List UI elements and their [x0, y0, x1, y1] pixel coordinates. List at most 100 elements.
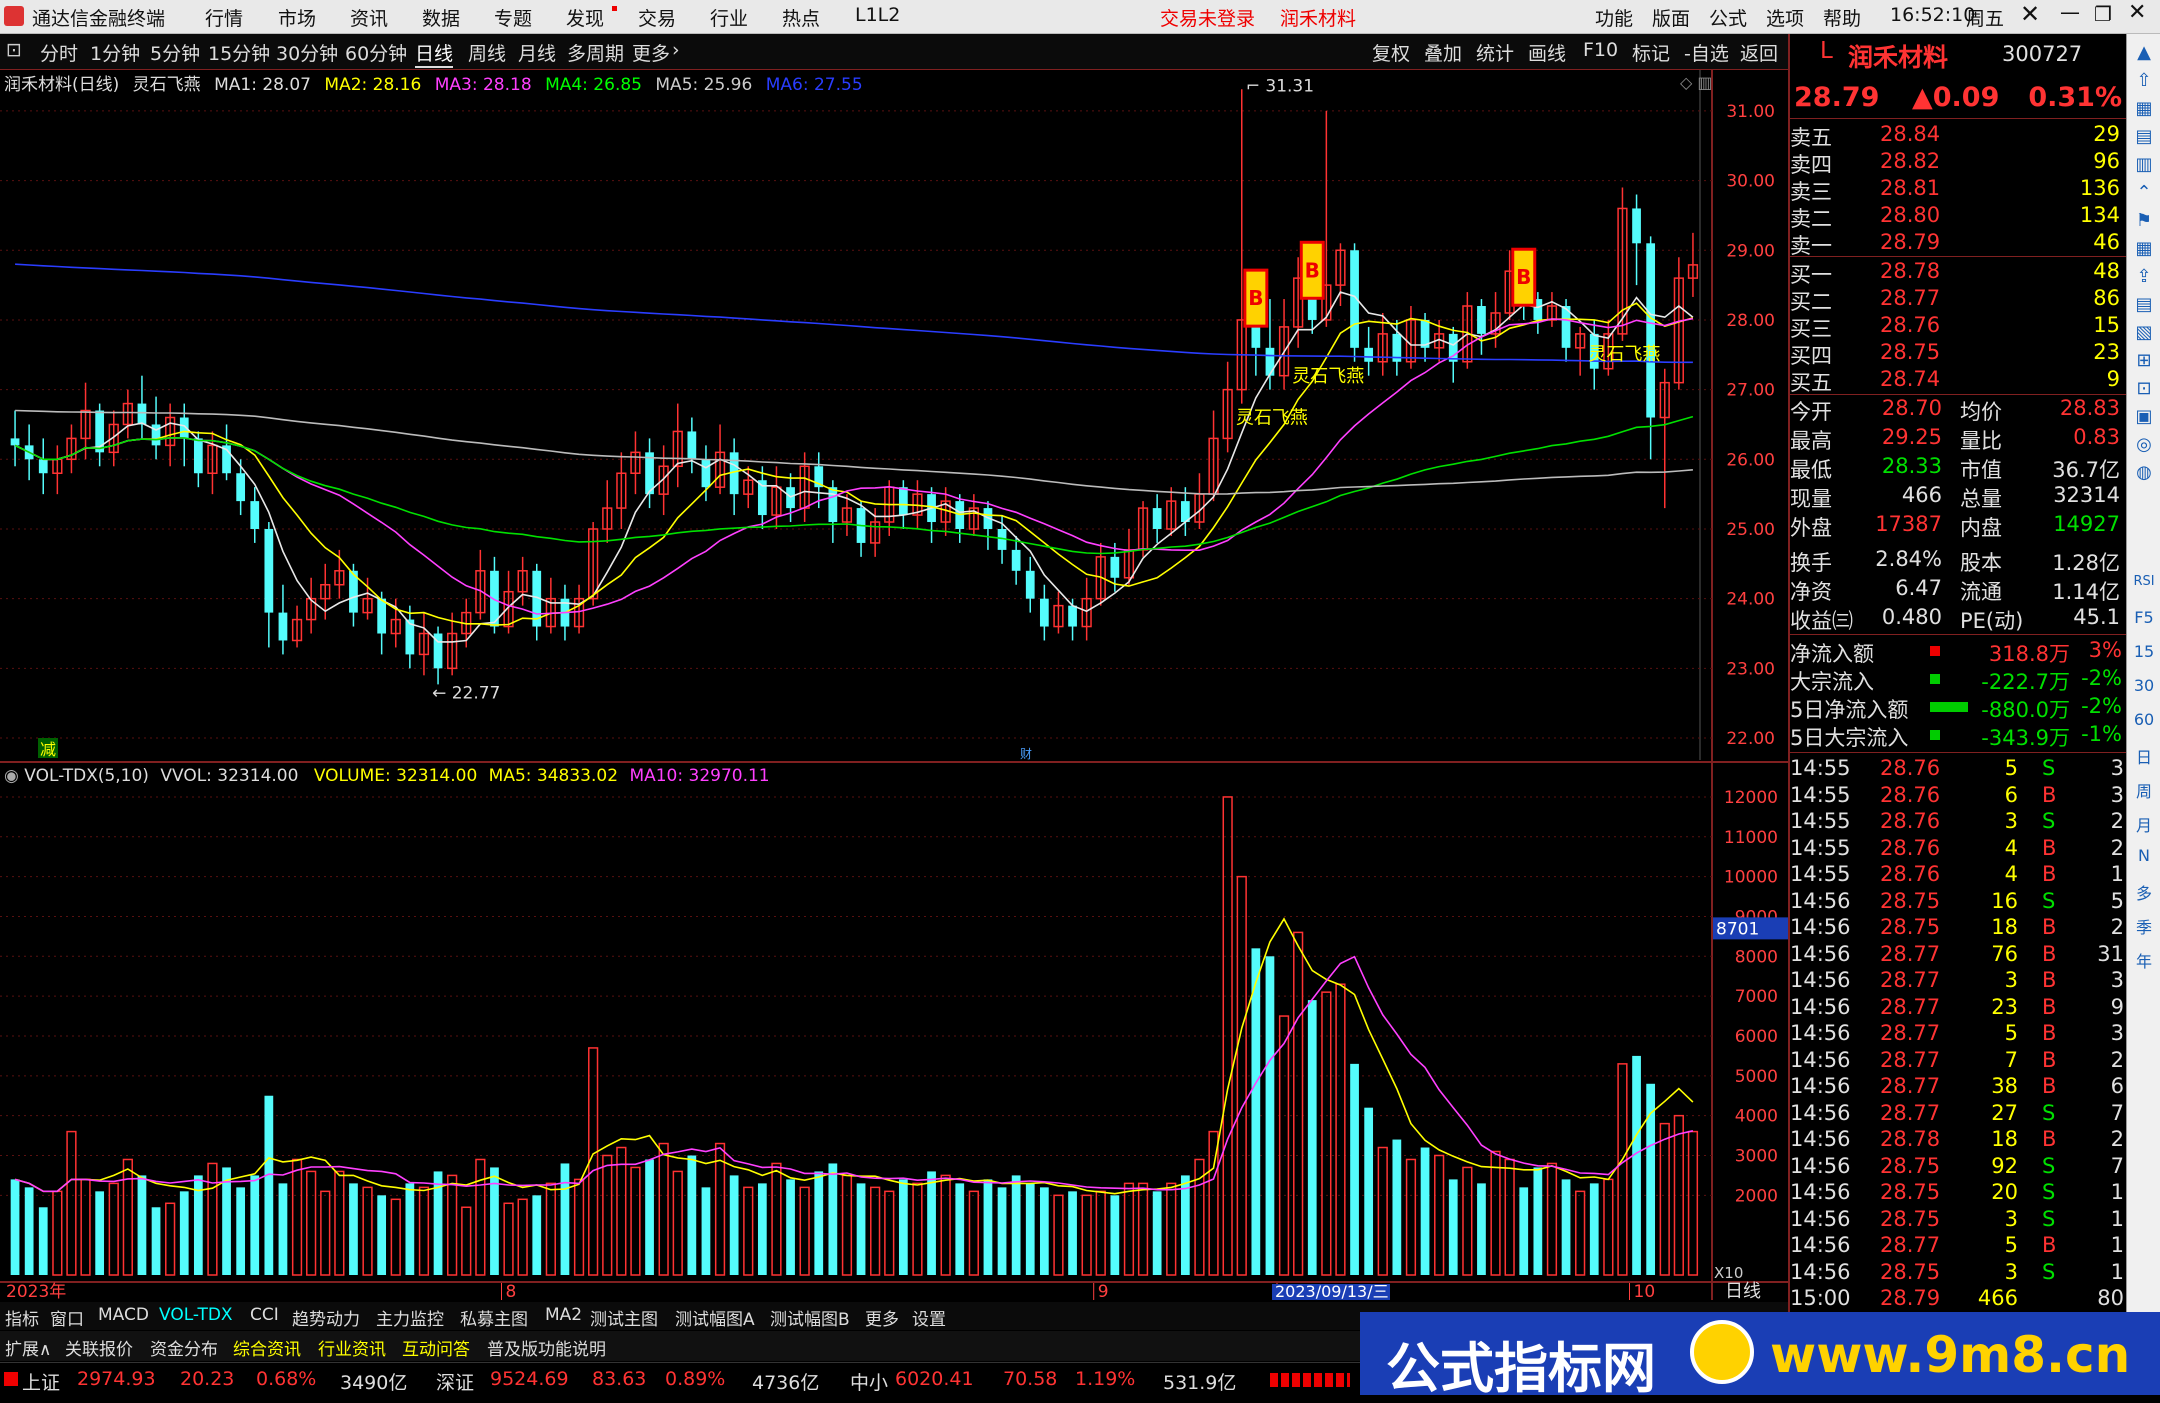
tick-side: B [2042, 782, 2057, 807]
tab-cci[interactable]: CCI [250, 1305, 279, 1325]
tab-period-1m[interactable]: 1分钟 [90, 39, 140, 66]
side-tool-icon[interactable]: ▥ [2131, 154, 2157, 175]
side-tool-button[interactable]: RSI [2131, 574, 2157, 589]
minimize-icon[interactable]: — [2060, 0, 2080, 24]
menu-item-options[interactable]: 选项 [1766, 4, 1804, 31]
tab-period-15m[interactable]: 15分钟 [208, 39, 270, 66]
side-tool-button[interactable]: 日 [2131, 744, 2157, 768]
tab-qa[interactable]: 互动问答 [402, 1335, 470, 1360]
tab-macd[interactable]: MACD [98, 1305, 149, 1325]
menu-item-news[interactable]: 资讯 [350, 4, 388, 31]
back-button[interactable]: 返回 [1740, 39, 1778, 66]
tick-price: 28.79 [1880, 1286, 1941, 1310]
tab-window[interactable]: 窗口 [50, 1305, 84, 1330]
tab-settings[interactable]: 设置 [912, 1305, 946, 1330]
window-close-icon[interactable]: ✕ [2128, 0, 2146, 25]
side-tool-icon[interactable]: ▧ [2131, 322, 2157, 343]
f10-button[interactable]: F10 [1583, 39, 1618, 61]
side-tool-icon[interactable]: ⌃ [2131, 182, 2157, 203]
tab-period-day[interactable]: 日线 [415, 39, 454, 68]
tab-more[interactable]: 更多 [865, 1305, 899, 1330]
menu-item-trade[interactable]: 交易 [638, 4, 676, 31]
side-tool-icon[interactable]: ⇪ [2131, 266, 2157, 287]
side-tool-icon[interactable]: ▦ [2131, 98, 2157, 119]
volume-marker-label: 8701 [1716, 919, 1759, 939]
side-tool-icon[interactable]: ▣ [2131, 406, 2157, 427]
menu-item-help[interactable]: 帮助 [1823, 4, 1861, 31]
tab-period-tick[interactable]: 分时 [40, 39, 78, 66]
tab-private-main[interactable]: 私募主图 [460, 1305, 528, 1330]
tab-period-5m[interactable]: 5分钟 [150, 39, 200, 66]
stats-button[interactable]: 统计 [1476, 39, 1514, 66]
tab-industry-news[interactable]: 行业资讯 [318, 1335, 386, 1360]
adjust-button[interactable]: 复权 [1372, 39, 1410, 66]
side-tool-icon[interactable]: ▤ [2131, 126, 2157, 147]
menu-item-discover[interactable]: 发现 [566, 4, 604, 31]
tab-period-month[interactable]: 月线 [518, 39, 556, 66]
side-tool-button[interactable]: 多 [2131, 880, 2157, 904]
ask-price: 28.82 [1880, 149, 1941, 173]
tab-test-b[interactable]: 测试幅图B [770, 1305, 850, 1330]
tab-period-60m[interactable]: 60分钟 [345, 39, 407, 66]
tab-test-main[interactable]: 测试主图 [590, 1305, 658, 1330]
menu-item-l1l2[interactable]: L1L2 [855, 4, 900, 26]
tab-basic-desc[interactable]: 普及版功能说明 [487, 1335, 606, 1360]
side-tool-icon[interactable]: ▤ [2131, 294, 2157, 315]
remove-watchlist-button[interactable]: -自选 [1684, 39, 1729, 66]
side-tool-button[interactable]: N [2131, 846, 2157, 865]
tab-period-30m[interactable]: 30分钟 [276, 39, 338, 66]
mark-button[interactable]: 标记 [1632, 39, 1670, 66]
menu-item-hot[interactable]: 热点 [782, 4, 820, 31]
tab-period-more[interactable]: 更多 [632, 39, 670, 66]
tick-price: 28.76 [1880, 782, 1941, 807]
side-tool-button[interactable]: F5 [2131, 608, 2157, 627]
side-tool-icon[interactable]: ⚑ [2131, 210, 2157, 231]
side-tool-icon[interactable]: ▲ [2131, 42, 2157, 63]
tab-period-week[interactable]: 周线 [468, 39, 506, 66]
menu-item-topics[interactable]: 专题 [494, 4, 532, 31]
side-tool-button[interactable]: 周 [2131, 778, 2157, 802]
side-tool-button[interactable]: 季 [2131, 914, 2157, 938]
kline-chart[interactable]: ⌐ 31.31← 22.77BB B灵石飞燕灵石飞燕灵石飞燕减 财◇ ▥ 31.00… [0, 70, 1788, 1300]
tab-related[interactable]: 关联报价 [65, 1335, 133, 1360]
tab-trend[interactable]: 趋势动力 [292, 1305, 360, 1330]
tab-main-monitor[interactable]: 主力监控 [376, 1305, 444, 1330]
price-tick-label: 26.00 [1726, 450, 1775, 470]
side-tool-icon[interactable]: ⊡ [2131, 378, 2157, 399]
side-tool-button[interactable]: 年 [2131, 948, 2157, 972]
menu-item-function[interactable]: 功能 [1595, 4, 1633, 31]
panel-toggle-icon[interactable]: ⊡ [6, 39, 22, 61]
tab-news[interactable]: 综合资讯 [233, 1335, 301, 1360]
tab-vol-tdx[interactable]: VOL-TDX [159, 1305, 233, 1325]
sh-name[interactable]: 上证 [22, 1368, 60, 1395]
side-tool-button[interactable]: 60 [2131, 710, 2157, 729]
menu-item-data[interactable]: 数据 [422, 4, 460, 31]
menu-item-layout[interactable]: 版面 [1652, 4, 1690, 31]
side-tool-button[interactable]: 月 [2131, 812, 2157, 836]
tab-period-multi[interactable]: 多周期 [567, 39, 624, 66]
maximize-icon[interactable]: ❐ [2094, 2, 2112, 26]
sz-name[interactable]: 深证 [436, 1368, 474, 1395]
overlay-button[interactable]: 叠加 [1424, 39, 1462, 66]
side-tool-icon[interactable]: ◎ [2131, 434, 2157, 455]
tick-volume: 38 [1991, 1074, 2018, 1098]
tab-expand[interactable]: 扩展∧ [5, 1335, 51, 1360]
menu-item-industry[interactable]: 行业 [710, 4, 748, 31]
close-icon[interactable]: ✕ [2020, 0, 2040, 28]
tab-test-a[interactable]: 测试幅图A [675, 1305, 755, 1330]
login-status[interactable]: 交易未登录 [1160, 4, 1255, 31]
tab-ma2[interactable]: MA2 [545, 1305, 582, 1325]
menu-item-market[interactable]: 市场 [278, 4, 316, 31]
side-tool-icon[interactable]: ◍ [2131, 462, 2157, 483]
side-tool-icon[interactable]: ⊞ [2131, 350, 2157, 371]
side-tool-button[interactable]: 30 [2131, 676, 2157, 695]
draw-button[interactable]: 画线 [1528, 39, 1566, 66]
tab-fund-dist[interactable]: 资金分布 [150, 1335, 218, 1360]
menu-item-quotes[interactable]: 行情 [205, 4, 243, 31]
menu-item-formula[interactable]: 公式 [1709, 4, 1747, 31]
side-tool-icon[interactable]: ▦ [2131, 238, 2157, 259]
tab-indicator[interactable]: 指标 [5, 1305, 39, 1330]
side-tool-icon[interactable]: ⇧ [2131, 70, 2157, 91]
side-tool-button[interactable]: 15 [2131, 642, 2157, 661]
zx-name[interactable]: 中小 [850, 1368, 888, 1395]
